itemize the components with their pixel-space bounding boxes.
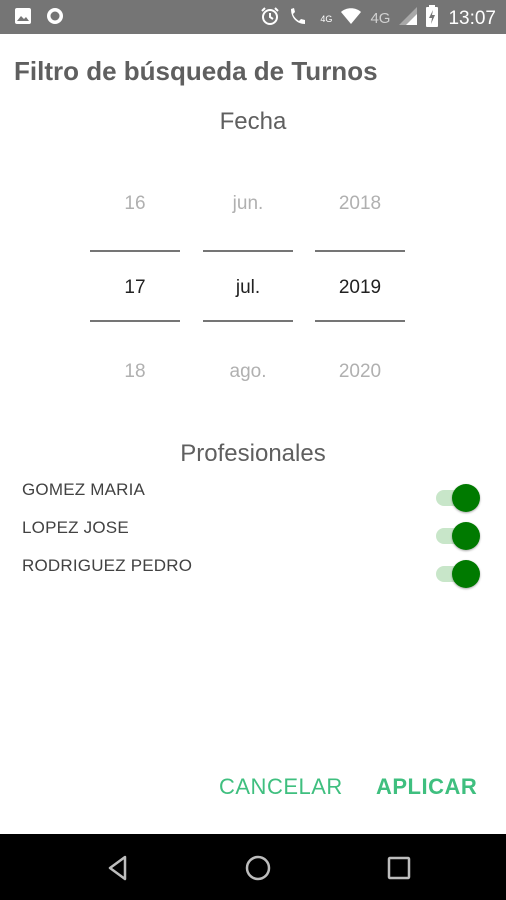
professional-toggle-gomez-maria[interactable] [434, 483, 482, 513]
date-section-title: Fecha [219, 108, 287, 135]
month-selected[interactable]: jul. [203, 277, 293, 299]
professional-row-gomez-maria: GOMEZ MARIA [0, 478, 506, 516]
year-next[interactable]: 2020 [315, 361, 405, 383]
day-prev[interactable]: 16 [90, 193, 180, 215]
year-picker[interactable]: 2018 2019 2020 [315, 170, 405, 410]
toggle-thumb[interactable] [452, 560, 480, 588]
day-selected[interactable]: 17 [90, 277, 180, 299]
month-divider-top [203, 250, 293, 252]
professional-toggle-rodriguez-pedro[interactable] [434, 559, 482, 589]
professional-row-lopez-jose: LOPEZ JOSE [0, 516, 506, 554]
navigation-bar [0, 834, 506, 900]
network-label: 4G [370, 10, 391, 27]
page-title: Filtro de búsqueda de Turnos [14, 56, 378, 86]
month-prev[interactable]: jun. [203, 193, 293, 215]
month-next[interactable]: ago. [203, 361, 293, 383]
wifi-call-icon [288, 6, 312, 31]
year-divider-top [315, 250, 405, 252]
alarm-icon [260, 6, 280, 31]
day-divider-top [90, 250, 180, 252]
month-divider-bottom [203, 320, 293, 322]
professional-name: LOPEZ JOSE [22, 518, 129, 537]
apply-button[interactable]: APLICAR [376, 774, 477, 800]
network-label-small: 4G [320, 13, 333, 24]
year-prev[interactable]: 2018 [315, 193, 405, 215]
back-icon[interactable] [103, 854, 135, 882]
battery-icon [426, 5, 439, 32]
toggle-thumb[interactable] [452, 484, 480, 512]
status-bar: 4G 4G 13:07 [0, 0, 506, 34]
image-icon [14, 7, 32, 30]
professional-name: RODRIGUEZ PEDRO [22, 556, 193, 575]
professional-name: GOMEZ MARIA [22, 480, 146, 499]
professionals-section-title: Profesionales [180, 440, 326, 467]
circle-icon [46, 7, 64, 30]
day-picker[interactable]: 16 17 18 [90, 170, 180, 410]
professional-row-rodriguez-pedro: RODRIGUEZ PEDRO [0, 554, 506, 592]
recents-icon[interactable] [383, 854, 415, 882]
month-picker[interactable]: jun. jul. ago. [203, 170, 293, 410]
wifi-icon [340, 7, 362, 30]
cancel-button[interactable]: CANCELAR [219, 774, 343, 800]
day-divider-bottom [90, 320, 180, 322]
year-selected[interactable]: 2019 [315, 277, 405, 299]
status-time: 13:07 [448, 7, 496, 29]
day-next[interactable]: 18 [90, 361, 180, 383]
year-divider-bottom [315, 320, 405, 322]
signal-icon [398, 6, 418, 31]
toggle-thumb[interactable] [452, 522, 480, 550]
home-icon[interactable] [242, 854, 274, 882]
professional-toggle-lopez-jose[interactable] [434, 521, 482, 551]
